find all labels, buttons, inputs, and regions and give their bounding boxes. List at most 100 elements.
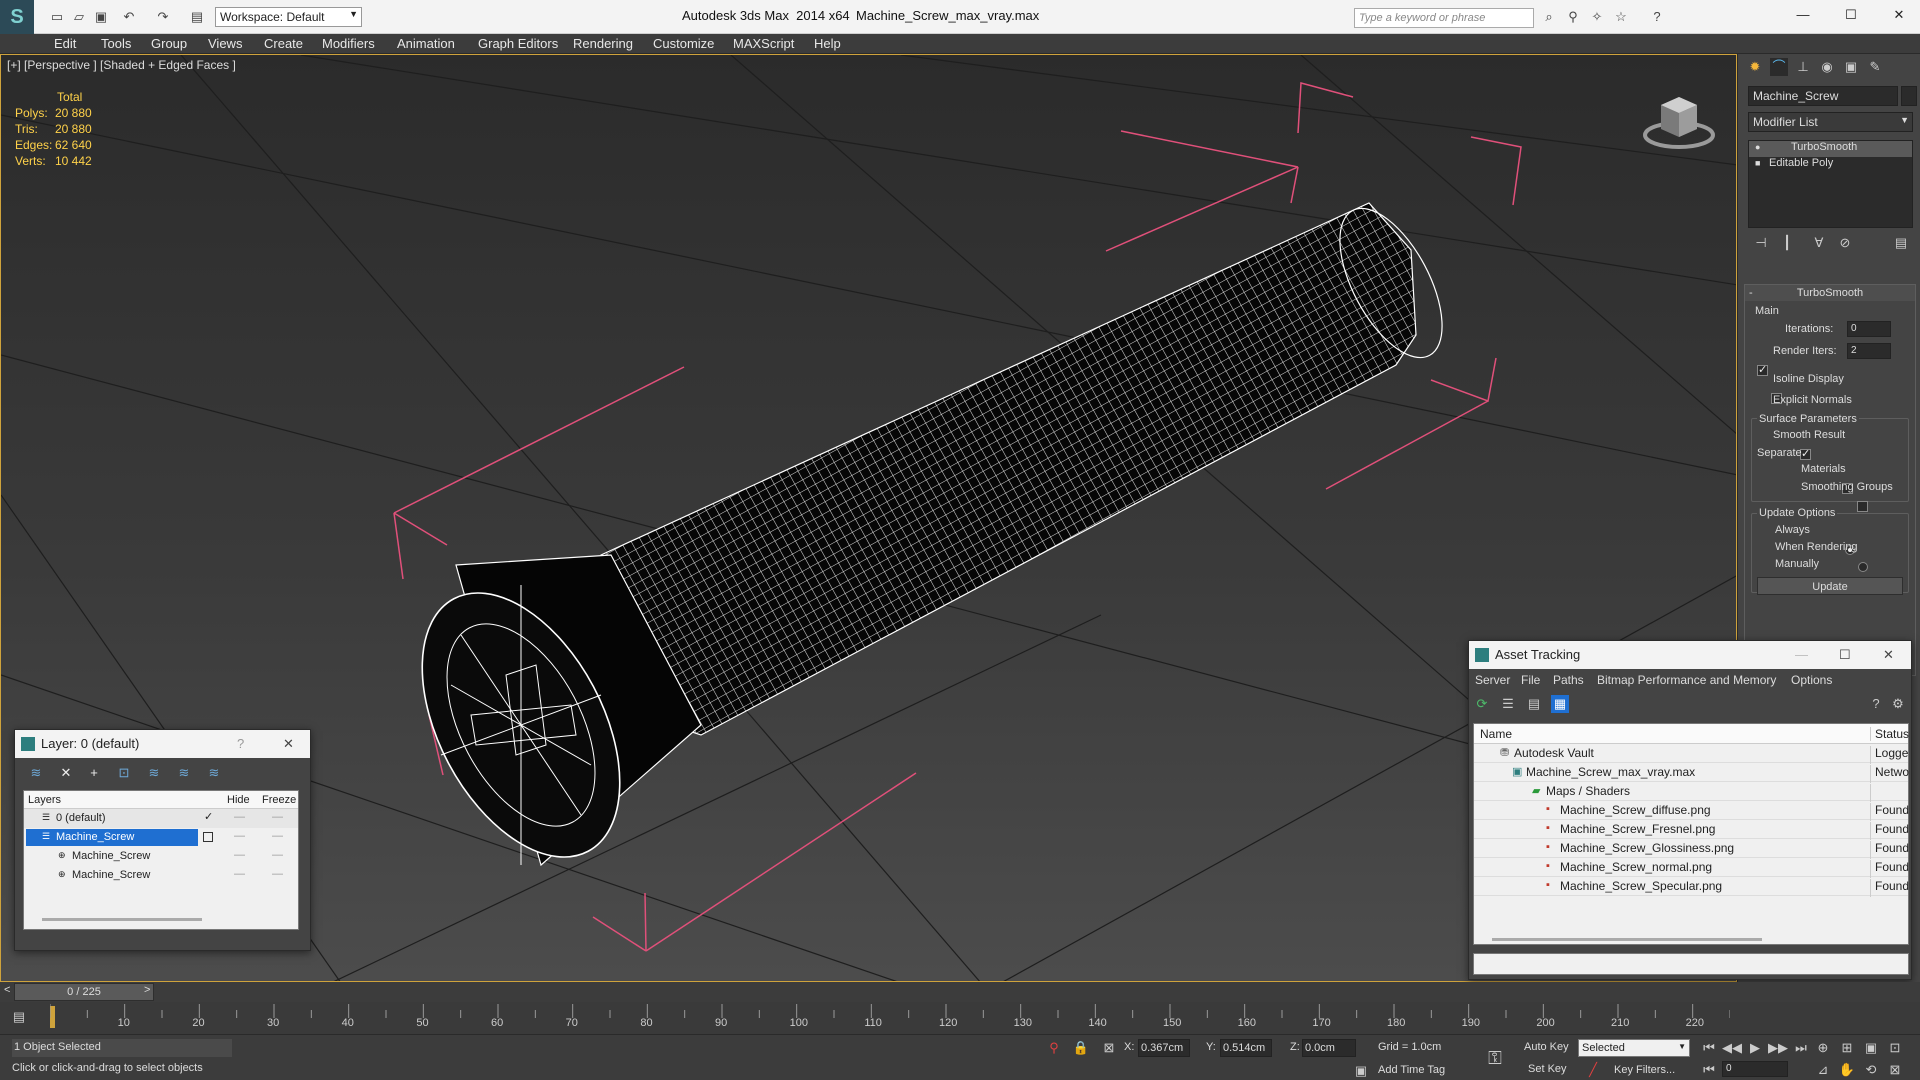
open-mini-curve-editor-icon[interactable]: ▤ (10, 1008, 28, 1026)
close-icon[interactable]: ✕ (283, 730, 294, 758)
open-file-icon[interactable]: ▱ (70, 8, 88, 26)
create-layer-icon[interactable]: ≋ (27, 764, 45, 782)
selection-lock-icon[interactable]: 🔒 (1072, 1039, 1090, 1057)
menu-rendering[interactable]: Rendering (573, 36, 633, 51)
menu-animation[interactable]: Animation (397, 36, 455, 51)
pan-icon[interactable]: ✋ (1838, 1061, 1856, 1079)
layers-column-header[interactable]: Layers (28, 794, 61, 806)
utilities-tab-icon[interactable]: ✎ (1866, 58, 1884, 76)
create-tab-icon[interactable]: ✹ (1746, 58, 1764, 76)
zoom-extents-icon[interactable]: ▣ (1862, 1039, 1880, 1057)
stack-item-turbosmooth[interactable]: ● TurboSmooth (1749, 141, 1912, 157)
add-time-tag[interactable]: Add Time Tag (1378, 1064, 1445, 1076)
app-logo-icon[interactable]: S (0, 0, 34, 34)
hide-toggle[interactable]: — (234, 849, 245, 861)
set-key-button[interactable]: Set Key (1528, 1063, 1567, 1075)
show-end-result-icon[interactable]: ┃ (1778, 234, 1796, 252)
lightbulb-icon[interactable]: ● (1755, 142, 1760, 152)
hide-all-icon[interactable]: ≋ (175, 764, 193, 782)
smoothing-groups-checkbox[interactable] (1856, 501, 1868, 513)
minimize-icon[interactable]: — (1794, 6, 1812, 24)
hide-column-header[interactable]: Hide (227, 794, 250, 806)
highlight-layer-icon[interactable]: ≋ (145, 764, 163, 782)
key-filters-button[interactable]: Key Filters... (1614, 1064, 1675, 1076)
menu-tools[interactable]: Tools (101, 36, 131, 51)
display-tab-icon[interactable]: ▣ (1842, 58, 1860, 76)
freeze-toggle[interactable]: — (272, 868, 283, 880)
hide-toggle[interactable]: — (234, 868, 245, 880)
freeze-toggle[interactable]: — (272, 811, 283, 823)
freeze-all-icon[interactable]: ≋ (205, 764, 223, 782)
menu-graph-editors[interactable]: Graph Editors (478, 36, 558, 51)
freeze-column-header[interactable]: Freeze (262, 794, 296, 806)
menu-customize[interactable]: Customize (653, 36, 714, 51)
save-icon[interactable]: ▣ (92, 8, 110, 26)
render-iters-spinner[interactable]: 2 (1847, 343, 1891, 359)
maximize-icon[interactable]: ☐ (1842, 6, 1860, 24)
menu-help[interactable]: Help (814, 36, 841, 51)
viewport-label[interactable]: [+] [Perspective ] [Shaded + Edged Faces… (7, 58, 236, 72)
update-button[interactable]: Update (1757, 577, 1903, 595)
menu-modifiers[interactable]: Modifiers (322, 36, 375, 51)
stack-item-editable-poly[interactable]: ■ Editable Poly (1749, 157, 1912, 173)
prev-frame-icon[interactable]: < (4, 984, 10, 996)
motion-tab-icon[interactable]: ◉ (1818, 58, 1836, 76)
undo-icon[interactable]: ↶ (120, 8, 138, 26)
layer-row[interactable]: ⊕ Machine_Screw — — (24, 847, 298, 866)
object-name-field[interactable]: Machine_Screw (1748, 86, 1898, 106)
auto-key-button[interactable]: Auto Key (1524, 1041, 1569, 1053)
asset-row[interactable]: ▪ Machine_Screw_Glossiness.png Found (1474, 839, 1909, 859)
zoom-icon[interactable]: ⊕ (1814, 1039, 1832, 1057)
isolate-selection-icon[interactable]: ⚲ (1045, 1039, 1063, 1057)
help-icon[interactable]: ? (1867, 695, 1885, 713)
hide-toggle[interactable]: — (234, 830, 245, 842)
detail-view-icon[interactable]: ▤ (1525, 695, 1543, 713)
close-icon[interactable]: ✕ (1883, 641, 1894, 669)
menu-group[interactable]: Group (151, 36, 187, 51)
favorites-star-icon[interactable]: ☆ (1612, 8, 1630, 26)
settings-icon[interactable]: ⚙ (1889, 695, 1907, 713)
next-frame-icon[interactable]: > (144, 984, 150, 996)
menu-views[interactable]: Views (208, 36, 242, 51)
project-folder-icon[interactable]: ▤ (188, 8, 206, 26)
layer-row[interactable]: ⊕ Machine_Screw — — (24, 866, 298, 885)
help-icon[interactable]: ? (237, 730, 244, 758)
delete-layer-icon[interactable]: ✕ (57, 764, 75, 782)
orbit-icon[interactable]: ⟲ (1862, 1061, 1880, 1079)
freeze-toggle[interactable]: — (272, 830, 283, 842)
freeze-toggle[interactable]: — (272, 849, 283, 861)
select-objects-icon[interactable]: ⊡ (115, 764, 133, 782)
time-tag-icon[interactable]: ▣ (1352, 1062, 1370, 1080)
object-color-swatch[interactable] (1901, 86, 1917, 106)
current-frame-field[interactable]: 0 (1722, 1061, 1788, 1077)
asset-menu-bitmap[interactable]: Bitmap Performance and Memory (1597, 673, 1776, 687)
absolute-mode-icon[interactable]: ⊠ (1100, 1039, 1118, 1057)
name-column-header[interactable]: Name (1480, 727, 1512, 741)
help-icon[interactable]: ? (1648, 8, 1666, 26)
layer-row[interactable]: ☰ 0 (default) ✓ — — (24, 809, 298, 828)
asset-path-field[interactable] (1473, 953, 1909, 975)
next-key-icon[interactable]: ▶▶ (1768, 1039, 1788, 1057)
layer-window-titlebar[interactable]: Layer: 0 (default) ? ✕ (15, 730, 310, 758)
key-mode-icon[interactable]: ⏮ (1700, 1061, 1718, 1079)
workspace-dropdown[interactable]: Workspace: Default ▼ (215, 7, 362, 27)
active-layer-box[interactable] (203, 832, 213, 842)
list-view-icon[interactable]: ☰ (1499, 695, 1517, 713)
asset-menu-file[interactable]: File (1521, 673, 1540, 687)
maximize-icon[interactable]: ☐ (1839, 641, 1851, 669)
asset-row[interactable]: ▣ Machine_Screw_max_vray.max Netwo (1474, 763, 1909, 783)
maximize-viewport-icon[interactable]: ⊠ (1886, 1061, 1904, 1079)
field-of-view-icon[interactable]: ⊿ (1814, 1061, 1832, 1079)
asset-row[interactable]: ▪ Machine_Screw_Fresnel.png Found (1474, 820, 1909, 840)
go-to-end-icon[interactable]: ⏭ (1792, 1039, 1810, 1057)
default-in-out-tangents-icon[interactable]: ╱ (1584, 1061, 1602, 1079)
status-column-header[interactable]: Status (1870, 727, 1909, 741)
minimize-icon[interactable]: — (1795, 641, 1808, 669)
x-coordinate-field[interactable]: 0.367cm (1138, 1039, 1190, 1057)
expand-icon[interactable]: ■ (1755, 158, 1760, 168)
hierarchy-tab-icon[interactable]: ⊥ (1794, 58, 1812, 76)
asset-row[interactable]: ▪ Machine_Screw_diffuse.png Found (1474, 801, 1909, 821)
viewcube-icon[interactable] (1641, 85, 1717, 155)
add-to-layer-icon[interactable]: + (85, 764, 103, 782)
search-input[interactable]: Type a keyword or phrase (1354, 8, 1534, 28)
